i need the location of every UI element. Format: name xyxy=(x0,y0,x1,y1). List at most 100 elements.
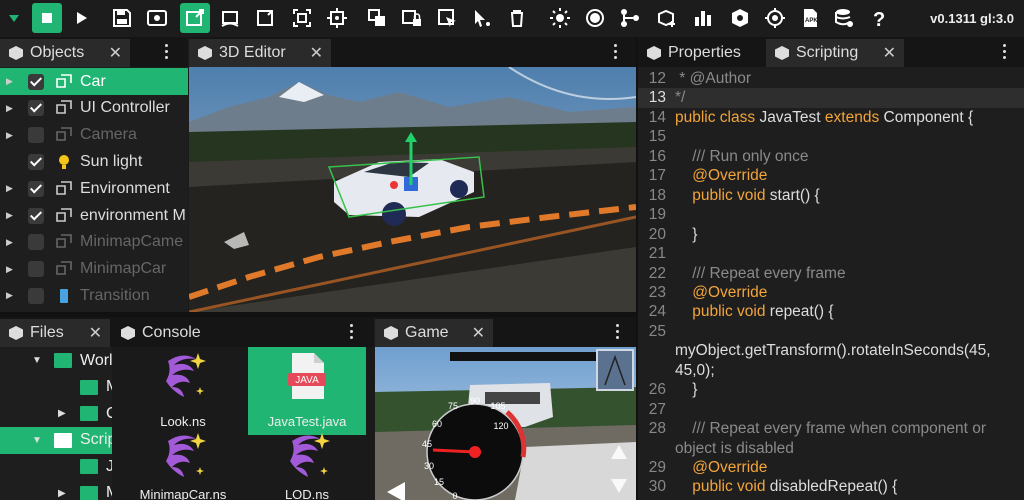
select-icon[interactable] xyxy=(432,3,462,33)
expand-arrow-icon[interactable]: ▶ xyxy=(6,237,13,248)
line-number: 22 xyxy=(648,264,666,282)
object-row[interactable]: Sun light xyxy=(0,148,188,175)
sun-icon[interactable] xyxy=(545,3,575,33)
visibility-checkbox[interactable] xyxy=(28,153,44,170)
speedo-label: 105 xyxy=(490,401,505,411)
expand-arrow-icon[interactable]: ▶ xyxy=(6,264,13,275)
visibility-checkbox[interactable] xyxy=(28,234,44,251)
files-panel: Files ✕ ▼WorldMe▶Ca▼ScriptsJa▶Me xyxy=(0,317,124,500)
file-tree-row[interactable]: ▼Scripts xyxy=(0,426,124,454)
save-icon[interactable] xyxy=(107,3,137,33)
bulb-icon xyxy=(55,153,73,171)
expand-arrow-icon[interactable]: ▶ xyxy=(6,290,13,301)
objects-menu-icon[interactable] xyxy=(164,44,170,60)
object-row[interactable]: ▶ Camera xyxy=(0,122,188,149)
tab-files[interactable]: Files ✕ xyxy=(0,319,110,347)
tab-console[interactable]: Console xyxy=(112,319,222,347)
code-token: @Override xyxy=(675,167,768,185)
close-icon[interactable]: ✕ xyxy=(310,43,323,63)
dropdown-arrow-icon[interactable] xyxy=(2,3,26,33)
nodes-icon[interactable] xyxy=(615,3,645,33)
expand-arrow-icon[interactable]: ▶ xyxy=(58,488,66,499)
code-token: disabledRepeat() { xyxy=(769,478,898,496)
crosshair-icon[interactable] xyxy=(760,3,790,33)
visibility-checkbox[interactable] xyxy=(28,180,44,197)
3d-viewport[interactable] xyxy=(189,67,636,312)
code-editor[interactable]: 12 * @Author 13 */ 14 public class JavaTest … xyxy=(638,67,1024,500)
right-menu-icon[interactable] xyxy=(1002,44,1008,60)
scale-tool-icon[interactable] xyxy=(250,3,280,33)
move-tool-icon[interactable] xyxy=(180,3,210,33)
object-label: Environment xyxy=(80,179,170,197)
view-icon[interactable] xyxy=(142,3,172,33)
help-icon[interactable]: ? xyxy=(864,3,894,33)
close-icon[interactable]: ✕ xyxy=(109,43,122,63)
asset-item[interactable]: LOD.ns xyxy=(248,427,366,500)
file-tree-row[interactable]: Me xyxy=(0,374,124,401)
tab-game[interactable]: Game ✕ xyxy=(375,319,493,347)
chart-icon[interactable] xyxy=(688,3,718,33)
line-number: 25 xyxy=(648,322,666,340)
visibility-checkbox[interactable] xyxy=(28,207,44,224)
expand-arrow-icon[interactable]: ▶ xyxy=(6,103,13,114)
tab-objects[interactable]: Objects ✕ xyxy=(0,39,130,67)
expand-arrow-icon[interactable]: ▶ xyxy=(6,130,13,141)
visibility-checkbox[interactable] xyxy=(28,261,44,278)
code-token: * @Author xyxy=(675,70,752,87)
tab-properties[interactable]: Properties xyxy=(638,39,762,67)
expand-arrow-icon[interactable]: ▶ xyxy=(6,210,13,221)
visibility-checkbox[interactable] xyxy=(28,287,44,304)
object-row[interactable]: ▶ Environment xyxy=(0,175,188,202)
tab-scripting[interactable]: Scripting ✕ xyxy=(766,39,904,67)
group-icon[interactable] xyxy=(362,3,392,33)
visibility-checkbox[interactable] xyxy=(28,100,44,117)
game-menu-icon[interactable] xyxy=(615,324,621,340)
tab-3d-editor[interactable]: 3D Editor ✕ xyxy=(189,39,331,67)
asset-item[interactable]: MinimapCar.ns xyxy=(124,427,242,500)
rotate-tool-icon[interactable] xyxy=(215,3,245,33)
play-button[interactable] xyxy=(66,3,96,33)
file-tree-row[interactable]: ▶Ca xyxy=(0,400,124,427)
file-tree-row[interactable]: ▼ World xyxy=(0,347,124,374)
lock-icon[interactable] xyxy=(397,3,427,33)
expand-arrow-icon[interactable]: ▶ xyxy=(58,408,66,419)
sphere-icon[interactable] xyxy=(580,3,610,33)
asset-item[interactable]: JAVA JavaTest.java xyxy=(248,347,366,435)
fit-tool-icon[interactable] xyxy=(287,3,317,33)
asset-item[interactable]: Look.ns xyxy=(124,347,242,435)
file-tree-row[interactable]: ▶Me xyxy=(0,480,124,500)
object-row[interactable]: ▶ Car xyxy=(0,68,188,95)
editor-menu-icon[interactable] xyxy=(613,44,619,60)
line-number: 26 xyxy=(648,381,666,399)
close-icon[interactable]: ✕ xyxy=(89,323,102,343)
delete-icon[interactable] xyxy=(502,3,532,33)
code-line: @Override xyxy=(675,284,767,302)
add-object-icon[interactable] xyxy=(652,3,682,33)
game-viewport[interactable]: 60 75 90 105 45 120 3015 0 xyxy=(375,347,637,500)
apk-icon[interactable]: APK xyxy=(795,3,825,33)
assets-menu-icon[interactable] xyxy=(349,324,355,340)
cube-settings-icon[interactable] xyxy=(725,3,755,33)
expand-arrow-icon[interactable]: ▶ xyxy=(6,183,13,194)
close-icon[interactable]: ✕ xyxy=(472,323,485,343)
collapse-arrow-icon[interactable]: ▼ xyxy=(32,435,42,446)
object-row[interactable]: ▶ Transition xyxy=(0,282,188,309)
file-tree-row[interactable]: Ja xyxy=(0,453,124,480)
pointer-icon[interactable] xyxy=(467,3,497,33)
object-row[interactable]: ▶ environment M xyxy=(0,202,188,229)
files-tabbar: Files ✕ xyxy=(0,317,112,347)
close-icon[interactable]: ✕ xyxy=(883,43,896,63)
stop-button[interactable] xyxy=(32,3,62,33)
expand-arrow-icon[interactable]: ▶ xyxy=(6,76,13,87)
object-row[interactable]: ▶ MinimapCame xyxy=(0,229,188,256)
visibility-checkbox[interactable] xyxy=(28,127,44,144)
visibility-checkbox[interactable] xyxy=(28,73,44,90)
collapse-arrow-icon[interactable]: ▼ xyxy=(32,355,42,366)
object-row[interactable]: ▶ MinimapCar xyxy=(0,256,188,283)
code-token: extends xyxy=(824,108,884,126)
target-tool-icon[interactable] xyxy=(322,3,352,33)
database-settings-icon[interactable] xyxy=(829,3,859,33)
object-row[interactable]: ▶ UI Controller xyxy=(0,95,188,122)
line-number: 17 xyxy=(648,167,666,185)
code-token: JavaTest xyxy=(759,108,825,126)
